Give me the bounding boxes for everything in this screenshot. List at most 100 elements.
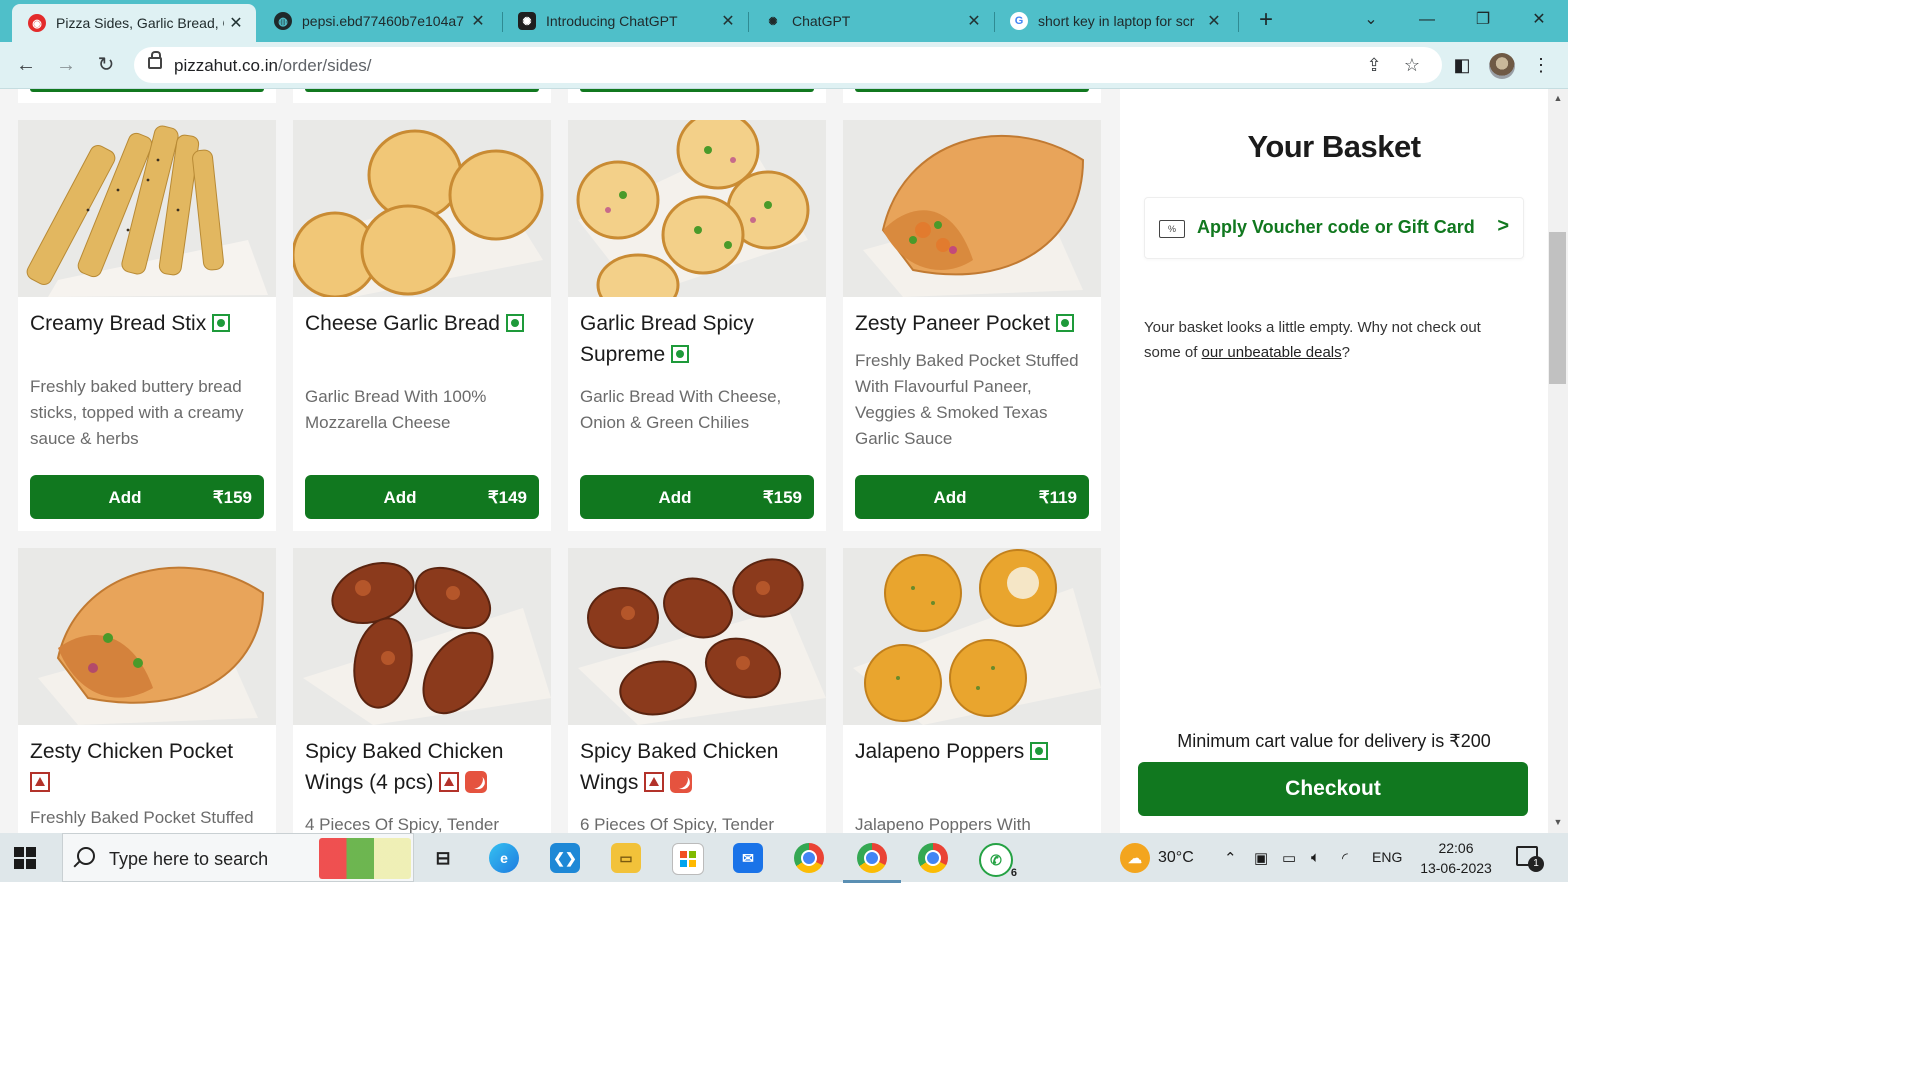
device-icon[interactable]: ▣ bbox=[1254, 849, 1268, 867]
scroll-up-arrow-icon[interactable]: ▲ bbox=[1548, 93, 1568, 103]
tab-introducing-chatgpt[interactable]: ✺ Introducing ChatGPT ✕ bbox=[502, 4, 748, 38]
product-card-cheese-garlic-bread[interactable]: Cheese Garlic Bread Garlic Bread With 10… bbox=[293, 120, 551, 531]
tab-chatgpt[interactable]: ✺ ChatGPT ✕ bbox=[748, 4, 994, 38]
add-to-cart-button[interactable]: Add ₹159 bbox=[580, 475, 814, 519]
product-image[interactable] bbox=[293, 548, 551, 725]
product-name-text: Zesty Paneer Pocket bbox=[855, 312, 1050, 335]
language-indicator[interactable]: ENG bbox=[1372, 849, 1402, 865]
chrome-icon[interactable] bbox=[794, 843, 824, 873]
product-image[interactable] bbox=[843, 548, 1101, 725]
add-button-partial[interactable] bbox=[580, 89, 814, 92]
battery-icon[interactable]: ▭ bbox=[1282, 849, 1296, 867]
non-veg-indicator-icon bbox=[644, 772, 665, 792]
windows-start-icon[interactable] bbox=[14, 847, 36, 869]
address-bar[interactable]: pizzahut.co.in/order/sides/ ⇪ ☆ bbox=[134, 47, 1442, 83]
volume-icon[interactable]: 🔈︎ bbox=[1311, 849, 1320, 866]
chrome-active-icon[interactable] bbox=[843, 843, 901, 883]
unbeatable-deals-link[interactable]: our unbeatable deals bbox=[1202, 344, 1342, 361]
notification-count: 1 bbox=[1528, 856, 1544, 872]
add-button-partial[interactable] bbox=[30, 89, 264, 92]
pizzahut-icon: ◉ bbox=[28, 14, 46, 32]
minimize-button[interactable]: — bbox=[1404, 6, 1450, 34]
product-image[interactable] bbox=[843, 120, 1101, 297]
tab-pizzahut[interactable]: ◉ Pizza Sides, Garlic Bread, C ✕ bbox=[12, 4, 256, 42]
add-label: Add bbox=[933, 488, 967, 507]
restore-button[interactable]: ❐ bbox=[1460, 6, 1506, 34]
share-icon[interactable]: ⇪ bbox=[1362, 53, 1386, 77]
product-card-partial bbox=[293, 89, 551, 103]
chevron-right-icon: > bbox=[1497, 215, 1509, 237]
close-tab-icon[interactable]: ✕ bbox=[716, 11, 740, 31]
close-tab-icon[interactable]: ✕ bbox=[466, 11, 490, 31]
weather-icon[interactable]: ☁ bbox=[1120, 843, 1150, 873]
price: ₹159 bbox=[212, 488, 252, 507]
taskbar-search-box[interactable]: Type here to search bbox=[62, 833, 414, 882]
checkout-button[interactable]: Checkout bbox=[1138, 762, 1528, 816]
whatsapp-icon[interactable]: ✆ 6 bbox=[979, 843, 1017, 879]
product-card-zesty-chicken-pocket[interactable]: Zesty Chicken Pocket Freshly Baked Pocke… bbox=[18, 548, 276, 833]
page-scrollbar[interactable]: ▲ ▼ bbox=[1548, 89, 1568, 833]
back-button[interactable]: ← bbox=[12, 51, 40, 79]
forward-button[interactable]: → bbox=[52, 51, 80, 79]
wifi-icon[interactable]: ◜ bbox=[1342, 849, 1348, 867]
task-view-icon[interactable]: ⊟ bbox=[428, 843, 458, 873]
system-clock[interactable]: 22:06 13-06-2023 bbox=[1420, 838, 1492, 878]
tab-search-chevron-icon[interactable]: ⌄ bbox=[1348, 6, 1394, 34]
clock-date: 13-06-2023 bbox=[1420, 860, 1492, 876]
product-card-creamy-bread-stix[interactable]: Creamy Bread Stix Freshly baked buttery … bbox=[18, 120, 276, 531]
notification-center-icon[interactable]: 1 bbox=[1516, 846, 1544, 872]
profile-avatar[interactable] bbox=[1489, 53, 1515, 79]
add-to-cart-button[interactable]: Add ₹119 bbox=[855, 475, 1089, 519]
product-card-spicy-baked-chicken-wings-4pcs[interactable]: Spicy Baked Chicken Wings (4 pcs) 4 Piec… bbox=[293, 548, 551, 833]
product-card-zesty-paneer-pocket[interactable]: Zesty Paneer Pocket Freshly Baked Pocket… bbox=[843, 120, 1101, 531]
show-hidden-icons-chevron-icon[interactable]: ⌃ bbox=[1224, 849, 1237, 867]
close-tab-icon[interactable]: ✕ bbox=[962, 11, 986, 31]
file-explorer-icon[interactable]: ▭ bbox=[611, 843, 641, 873]
product-card-partial bbox=[568, 89, 826, 103]
price: ₹119 bbox=[1038, 488, 1077, 507]
product-card-spicy-baked-chicken-wings[interactable]: Spicy Baked Chicken Wings 6 Pieces Of Sp… bbox=[568, 548, 826, 833]
add-button-partial[interactable] bbox=[855, 89, 1089, 92]
product-name-text: Cheese Garlic Bread bbox=[305, 312, 500, 335]
add-label: Add bbox=[658, 488, 692, 507]
bookmark-star-icon[interactable]: ☆ bbox=[1400, 53, 1424, 77]
chrome-profile-icon[interactable] bbox=[918, 843, 948, 873]
voucher-ticket-icon: % bbox=[1159, 220, 1185, 238]
product-card-jalapeno-poppers[interactable]: Jalapeno Poppers Jalapeno Poppers With bbox=[843, 548, 1101, 833]
weather-temp[interactable]: 30°C bbox=[1158, 849, 1194, 867]
add-to-cart-button[interactable]: Add ₹149 bbox=[305, 475, 539, 519]
menu-kebab-icon[interactable]: ⋮ bbox=[1528, 52, 1554, 78]
product-image[interactable] bbox=[18, 548, 276, 725]
scrollbar-thumb[interactable] bbox=[1549, 232, 1566, 384]
edge-browser-icon[interactable]: e bbox=[489, 843, 519, 873]
add-button-partial[interactable] bbox=[305, 89, 539, 92]
lock-icon[interactable] bbox=[148, 51, 162, 69]
add-to-cart-button[interactable]: Add ₹159 bbox=[30, 475, 264, 519]
close-tab-icon[interactable]: ✕ bbox=[224, 13, 248, 33]
side-panel-icon[interactable]: ◧ bbox=[1449, 52, 1475, 78]
tab-google-search[interactable]: G short key in laptop for scr ✕ bbox=[994, 4, 1234, 38]
scroll-down-arrow-icon[interactable]: ▼ bbox=[1548, 817, 1568, 827]
browser-toolbar: ← → ↻ pizzahut.co.in/order/sides/ ⇪ ☆ ◧ … bbox=[0, 42, 1568, 89]
product-image[interactable] bbox=[568, 548, 826, 725]
tab-pepsi[interactable]: ◍ pepsi.ebd77460b7e104a7 ✕ bbox=[258, 4, 498, 38]
veg-indicator-icon bbox=[212, 314, 231, 332]
product-card-garlic-bread-spicy-supreme[interactable]: Garlic Bread Spicy Supreme Garlic Bread … bbox=[568, 120, 826, 531]
product-name: Zesty Paneer Pocket bbox=[855, 308, 1091, 339]
new-tab-button[interactable]: + bbox=[1252, 6, 1280, 34]
reload-button[interactable]: ↻ bbox=[92, 51, 120, 79]
vscode-icon[interactable]: ❮❯ bbox=[550, 843, 580, 873]
mail-icon[interactable]: ✉ bbox=[733, 843, 763, 873]
product-image[interactable] bbox=[568, 120, 826, 297]
product-name-text: Jalapeno Poppers bbox=[855, 740, 1025, 763]
product-image[interactable] bbox=[18, 120, 276, 297]
product-image[interactable] bbox=[293, 120, 551, 297]
product-description: Freshly Baked Pocket Stuffed With Flavou… bbox=[855, 351, 1079, 448]
product-description: Jalapeno Poppers With bbox=[855, 815, 1031, 833]
globe-icon: ◍ bbox=[274, 12, 292, 30]
microsoft-store-icon[interactable] bbox=[672, 843, 704, 875]
empty-basket-message: Your basket looks a little empty. Why no… bbox=[1144, 315, 1514, 365]
close-tab-icon[interactable]: ✕ bbox=[1202, 11, 1226, 31]
apply-voucher-button[interactable]: % Apply Voucher code or Gift Card > bbox=[1144, 197, 1524, 259]
close-window-button[interactable]: ✕ bbox=[1516, 6, 1562, 34]
